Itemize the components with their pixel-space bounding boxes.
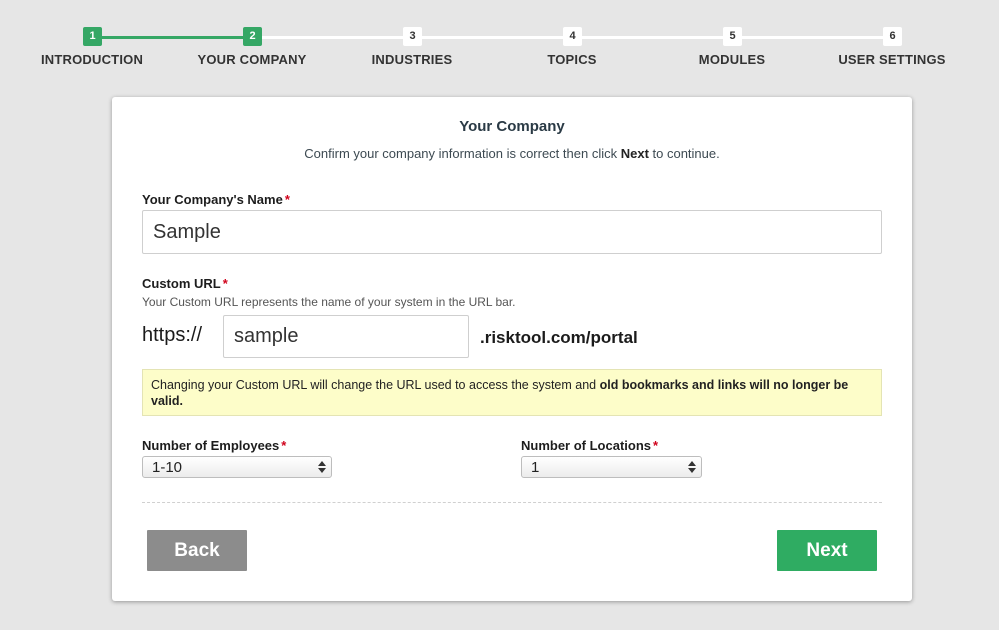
step-number: 2	[243, 27, 262, 46]
step-number: 6	[883, 27, 902, 46]
url-change-warning: Changing your Custom URL will change the…	[142, 369, 882, 416]
custom-url-label: Custom URL *	[142, 276, 228, 291]
company-name-input[interactable]	[142, 210, 882, 254]
company-name-label: Your Company's Name *	[142, 192, 290, 207]
employees-selected-value: 1-10	[152, 459, 183, 476]
step-label: TOPICS	[547, 52, 597, 67]
locations-selected-value: 1	[531, 459, 540, 476]
step-label: MODULES	[698, 52, 766, 67]
select-arrows-icon	[688, 461, 696, 473]
next-button[interactable]: Next	[777, 530, 877, 571]
employees-label-text: Number of Employees	[142, 438, 280, 453]
custom-url-help-text: Your Custom URL represents the name of y…	[142, 295, 516, 309]
step-number: 4	[563, 27, 582, 46]
form-subtitle: Confirm your company information is corr…	[112, 146, 912, 161]
form-divider	[142, 502, 882, 503]
step-number: 5	[723, 27, 742, 46]
employees-label: Number of Employees *	[142, 438, 286, 453]
url-suffix: .risktool.com/portal	[480, 328, 638, 347]
subtitle-text: Confirm your company information is corr…	[304, 146, 621, 161]
locations-select[interactable]: 1	[521, 456, 702, 478]
required-marker: *	[222, 276, 228, 291]
locations-label-text: Number of Locations	[521, 438, 652, 453]
required-marker: *	[653, 438, 659, 453]
custom-url-label-text: Custom URL	[142, 276, 221, 291]
select-arrows-icon	[318, 461, 326, 473]
progress-stepper: 1 INTRODUCTION 2 YOUR COMPANY 3 INDUSTRI…	[0, 0, 999, 90]
company-form-card: Your Company Confirm your company inform…	[112, 97, 912, 601]
step-number: 3	[403, 27, 422, 46]
custom-url-input[interactable]	[223, 315, 469, 358]
locations-label: Number of Locations *	[521, 438, 658, 453]
back-button[interactable]: Back	[147, 530, 247, 571]
url-prefix: https://	[142, 324, 203, 346]
step-number: 1	[83, 27, 102, 46]
step-label: USER SETTINGS	[838, 52, 946, 67]
progress-line-complete	[92, 36, 252, 39]
step-label: INDUSTRIES	[371, 52, 453, 67]
required-marker: *	[281, 438, 287, 453]
warning-text: Changing your Custom URL will change the…	[151, 378, 600, 392]
company-name-label-text: Your Company's Name	[142, 192, 283, 207]
subtitle-next-emphasis: Next	[620, 146, 649, 161]
employees-select[interactable]: 1-10	[142, 456, 332, 478]
step-label: YOUR COMPANY	[197, 52, 307, 67]
subtitle-text-end: to continue.	[648, 146, 720, 161]
step-label: INTRODUCTION	[40, 52, 144, 67]
required-marker: *	[284, 192, 290, 207]
form-title: Your Company	[459, 118, 565, 135]
